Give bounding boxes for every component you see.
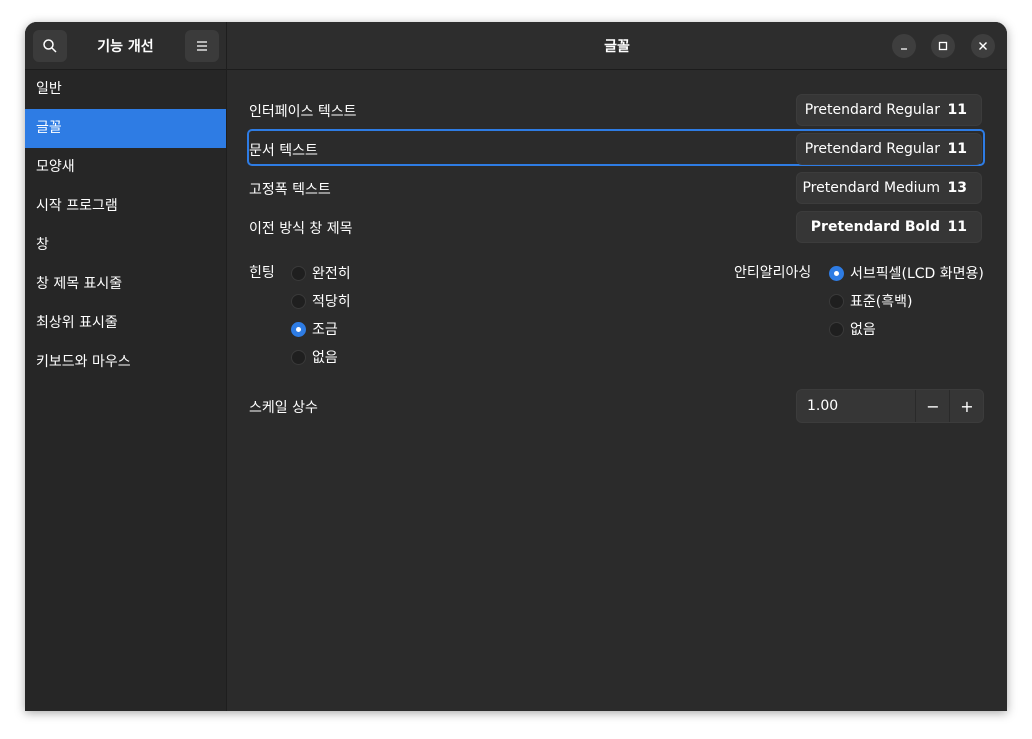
increment-button[interactable]: + (949, 390, 984, 422)
hinting-option-none[interactable]: 없음 (291, 347, 338, 367)
menu-button[interactable] (185, 30, 219, 62)
radio-button[interactable] (291, 349, 306, 365)
radio-button[interactable] (291, 265, 306, 281)
font-name: Pretendard Regular (804, 102, 940, 118)
page-title: 글꼴 (604, 39, 630, 55)
sidebar-item-general[interactable]: 일반 (25, 70, 226, 109)
hinting-option-full[interactable]: 완전히 (291, 263, 351, 283)
radio-button[interactable] (829, 321, 844, 337)
font-name: Pretendard Regular (804, 141, 940, 157)
maximize-button[interactable] (931, 34, 955, 58)
hinting-option-slight[interactable]: 조금 (291, 319, 338, 339)
sidebar-list: 일반 글꼴 모양새 시작 프로그램 창 창 제목 표시줄 최상위 표시줄 키보드… (25, 70, 226, 382)
interface-text-font-button[interactable]: Pretendard Regular 11 (796, 94, 982, 126)
option-label: 표준(흑백) (850, 294, 913, 310)
sidebar-item-windows[interactable]: 창 (25, 226, 226, 265)
sidebar-item-appearance[interactable]: 모양새 (25, 148, 226, 187)
radio-button-selected[interactable] (291, 321, 306, 337)
radio-button[interactable] (829, 293, 844, 309)
monospace-text-label: 고정폭 텍스트 (249, 182, 331, 198)
sidebar-item-startup-apps[interactable]: 시작 프로그램 (25, 187, 226, 226)
app-window: 기능 개선 일반 글꼴 모양새 시작 프로그램 창 창 제목 표시줄 최상위 표… (25, 22, 1007, 711)
option-label: 없음 (850, 322, 876, 338)
radio-button[interactable] (291, 293, 306, 309)
hinting-option-medium[interactable]: 적당히 (291, 291, 351, 311)
font-name: Pretendard Bold (810, 219, 940, 235)
option-label: 완전히 (312, 266, 351, 282)
document-text-font-button[interactable]: Pretendard Regular 11 (796, 133, 982, 165)
close-button[interactable] (971, 34, 995, 58)
sidebar: 기능 개선 일반 글꼴 모양새 시작 프로그램 창 창 제목 표시줄 최상위 표… (25, 22, 227, 711)
option-label: 적당히 (312, 294, 351, 310)
interface-text-label: 인터페이스 텍스트 (249, 104, 357, 120)
scale-factor-spinbutton[interactable]: 1.00 − + (796, 389, 984, 423)
close-icon (979, 42, 987, 50)
minimize-button[interactable] (892, 34, 916, 58)
header-bar: 글꼴 (227, 22, 1007, 70)
scale-value[interactable]: 1.00 (807, 398, 838, 414)
option-label: 없음 (312, 350, 338, 366)
sidebar-item-keyboard-mouse[interactable]: 키보드와 마우스 (25, 343, 226, 382)
option-label: 서브픽셀(LCD 화면용) (850, 266, 984, 282)
document-text-label: 문서 텍스트 (249, 143, 318, 159)
sidebar-header: 기능 개선 (25, 22, 226, 70)
sidebar-item-window-titlebars[interactable]: 창 제목 표시줄 (25, 265, 226, 304)
hinting-label: 힌팅 (249, 265, 275, 281)
font-size: 11 (947, 219, 967, 235)
legacy-window-title-font-button[interactable]: Pretendard Bold 11 (796, 211, 982, 243)
antialiasing-option-standard[interactable]: 표준(흑백) (829, 291, 912, 311)
sidebar-item-fonts[interactable]: 글꼴 (25, 109, 226, 148)
option-label: 조금 (312, 322, 338, 338)
font-size: 13 (947, 180, 967, 196)
font-size: 11 (947, 102, 967, 118)
font-size: 11 (947, 141, 967, 157)
maximize-icon (938, 41, 948, 51)
legacy-window-title-label: 이전 방식 창 제목 (249, 221, 353, 237)
monospace-text-font-button[interactable]: Pretendard Medium 13 (796, 172, 982, 204)
sidebar-item-top-bar[interactable]: 최상위 표시줄 (25, 304, 226, 343)
main-panel: 글꼴 인터페이스 텍스트 Pretendard Regular 11 문서 텍스… (227, 22, 1007, 711)
antialiasing-option-subpixel[interactable]: 서브픽셀(LCD 화면용) (829, 263, 984, 283)
antialiasing-option-none[interactable]: 없음 (829, 319, 876, 339)
font-name: Pretendard Medium (802, 180, 940, 196)
radio-button-selected[interactable] (829, 265, 844, 281)
minimize-icon (901, 48, 907, 50)
scale-factor-label: 스케일 상수 (249, 400, 318, 416)
decrement-button[interactable]: − (915, 390, 950, 422)
antialiasing-label: 안티알리아싱 (734, 265, 812, 281)
hamburger-menu-icon (197, 41, 207, 51)
